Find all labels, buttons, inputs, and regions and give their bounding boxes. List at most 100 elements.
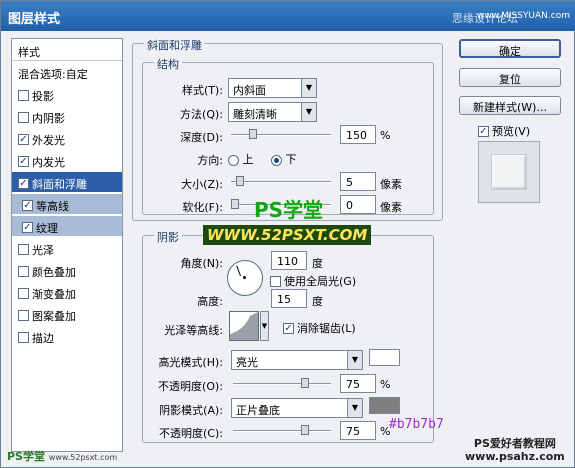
preview-option[interactable]: ✓ 预览(V) xyxy=(478,123,530,139)
preview-swatch xyxy=(491,154,527,190)
size-input[interactable]: 5 xyxy=(340,172,376,191)
checkbox[interactable] xyxy=(18,332,29,343)
depth-slider-thumb[interactable] xyxy=(249,129,258,139)
shadow-opacity-input[interactable]: 75 xyxy=(340,421,376,440)
checkbox[interactable] xyxy=(18,244,29,255)
chevron-down-icon: ▼ xyxy=(347,399,362,417)
highlight-opacity-slider[interactable] xyxy=(233,378,331,388)
checkmark-icon[interactable]: ✓ xyxy=(18,134,29,145)
depth-unit: % xyxy=(380,129,391,142)
angle-input[interactable]: 110 xyxy=(271,251,307,270)
shadow-mode-select[interactable]: 正片叠底 ▼ xyxy=(231,398,363,418)
checkbox[interactable] xyxy=(18,288,29,299)
preview-label: 预览(V) xyxy=(492,125,531,138)
technique-select-value: 雕刻清晰 xyxy=(233,108,277,121)
checkmark-icon[interactable]: ✓ xyxy=(22,222,33,233)
hex-annotation: #b7b7b7 xyxy=(389,417,444,432)
watermark-ps-xuetang: PS学堂 xyxy=(254,198,324,222)
style-item-2[interactable]: 内阴影 xyxy=(12,106,122,126)
style-item-11[interactable]: 图案叠加 xyxy=(12,304,122,324)
angle-dial[interactable] xyxy=(227,260,263,296)
highlight-opacity-input[interactable]: 75 xyxy=(340,374,376,393)
shadow-opacity-thumb[interactable] xyxy=(300,425,309,435)
style-item-label: 投影 xyxy=(32,89,54,103)
style-item-5[interactable]: ✓ 斜面和浮雕 xyxy=(12,172,122,192)
size-slider[interactable] xyxy=(231,176,331,186)
altitude-input[interactable]: 15 xyxy=(271,289,307,308)
watermark-bottom-left-url: www.52psxt.com xyxy=(48,453,118,462)
shadow-opacity-slider[interactable] xyxy=(233,425,331,435)
global-light-option[interactable]: 使用全局光(G) xyxy=(270,273,356,289)
size-unit: 像素 xyxy=(380,178,402,191)
highlight-mode-label: 高光模式(H): xyxy=(158,356,223,369)
watermark-site: WWW.52PSXT.COM xyxy=(203,225,372,245)
contour-curve-icon xyxy=(230,312,258,340)
highlight-mode-select[interactable]: 亮光 ▼ xyxy=(231,350,363,370)
size-slider-thumb[interactable] xyxy=(235,176,244,186)
watermark-bottom-right-line1: PS爱好者教程网 xyxy=(473,437,556,450)
soften-unit: 像素 xyxy=(380,201,402,214)
antialias-option[interactable]: ✓ 消除锯齿(L) xyxy=(283,320,356,336)
chevron-down-icon: ▼ xyxy=(347,351,362,369)
style-select[interactable]: 内斜面 ▼ xyxy=(228,78,317,98)
checkmark-icon[interactable]: ✓ xyxy=(22,200,33,211)
chevron-down-icon: ▼ xyxy=(301,103,316,121)
checkbox[interactable] xyxy=(18,90,29,101)
gloss-contour-dropdown[interactable]: ▼ xyxy=(260,311,269,341)
dialog-title: 图层样式 xyxy=(8,12,61,27)
direction-down-option[interactable]: 下 xyxy=(271,151,297,167)
style-item-8[interactable]: 光泽 xyxy=(12,238,122,258)
reset-button[interactable]: 复位 xyxy=(459,68,561,87)
highlight-opacity-label: 不透明度(O): xyxy=(158,380,223,393)
preview-checkbox[interactable]: ✓ xyxy=(478,125,489,137)
shadow-color-swatch[interactable] xyxy=(369,397,400,414)
checkbox[interactable] xyxy=(18,266,29,277)
structure-title: 结构 xyxy=(154,56,182,72)
soften-slider-thumb[interactable] xyxy=(231,199,239,209)
style-item-6[interactable]: ✓ 等高线 xyxy=(12,194,122,214)
depth-input[interactable]: 150 xyxy=(340,125,376,144)
watermark-bottom-right: PS爱好者教程网 www.psahz.com xyxy=(465,437,565,463)
style-select-value: 内斜面 xyxy=(233,84,266,97)
style-item-0[interactable]: 混合选项:自定 xyxy=(12,62,122,82)
styles-header[interactable]: 样式 xyxy=(12,39,122,61)
watermark-url: www.MISSYUAN.com xyxy=(476,11,570,21)
checkbox[interactable] xyxy=(18,310,29,321)
soften-input[interactable]: 0 xyxy=(340,195,376,214)
style-item-label: 光泽 xyxy=(32,243,54,257)
style-item-4[interactable]: ✓ 内发光 xyxy=(12,150,122,170)
gloss-contour-swatch[interactable] xyxy=(229,311,259,341)
style-item-9[interactable]: 颜色叠加 xyxy=(12,260,122,280)
global-light-label: 使用全局光(G) xyxy=(284,275,357,288)
altitude-unit: 度 xyxy=(312,295,323,308)
style-item-7[interactable]: ✓ 纹理 xyxy=(12,216,122,236)
ok-button[interactable]: 确定 xyxy=(459,39,561,58)
highlight-mode-value: 亮光 xyxy=(236,356,258,369)
style-item-10[interactable]: 渐变叠加 xyxy=(12,282,122,302)
altitude-label: 高度: xyxy=(197,295,223,308)
style-item-label: 纹理 xyxy=(36,221,58,235)
technique-select[interactable]: 雕刻清晰 ▼ xyxy=(228,102,317,122)
checkmark-icon[interactable]: ✓ xyxy=(18,156,29,167)
highlight-color-swatch[interactable] xyxy=(369,349,400,366)
new-style-button[interactable]: 新建样式(W)... xyxy=(459,96,561,115)
depth-slider[interactable] xyxy=(231,129,331,139)
checkbox[interactable] xyxy=(18,112,29,123)
checkmark-icon[interactable]: ✓ xyxy=(18,178,29,189)
style-item-label: 图案叠加 xyxy=(32,309,76,323)
angle-dial-center xyxy=(243,276,246,279)
highlight-opacity-thumb[interactable] xyxy=(300,378,309,388)
shadow-mode-value: 正片叠底 xyxy=(236,404,280,417)
direction-down-radio[interactable] xyxy=(271,154,282,166)
style-item-3[interactable]: ✓ 外发光 xyxy=(12,128,122,148)
style-item-1[interactable]: 投影 xyxy=(12,84,122,104)
direction-up-option[interactable]: 上 xyxy=(228,151,254,167)
highlight-opacity-unit: % xyxy=(380,378,391,391)
style-item-label: 内阴影 xyxy=(32,111,65,125)
preview-thumbnail xyxy=(478,141,540,203)
antialias-checkbox[interactable]: ✓ xyxy=(283,322,294,334)
direction-up-radio[interactable] xyxy=(228,154,239,166)
layer-style-dialog: 图层样式 思缘设计论坛 www.MISSYUAN.com 样式 混合选项:自定投… xyxy=(0,0,575,468)
global-light-checkbox[interactable] xyxy=(270,275,281,287)
style-item-12[interactable]: 描边 xyxy=(12,326,122,346)
